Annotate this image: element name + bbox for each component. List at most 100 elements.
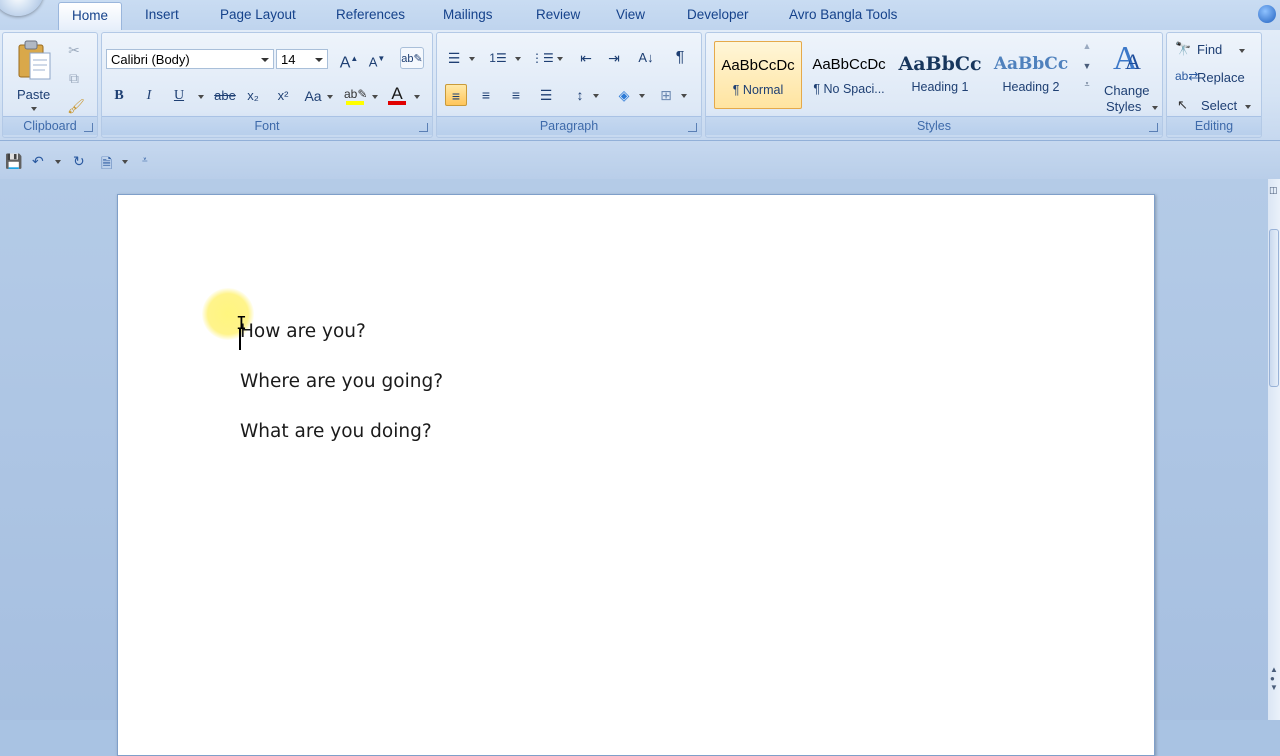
font-color-button[interactable]: A xyxy=(386,83,408,105)
redo-icon[interactable]: ↻ xyxy=(73,153,85,170)
font-name-combo[interactable]: Calibri (Body) xyxy=(106,49,274,69)
format-painter-icon[interactable]: 🖌 xyxy=(65,95,87,117)
shading-icon[interactable]: ◈ xyxy=(613,84,635,106)
style-no-spacing-name: ¶ No Spaci... xyxy=(813,82,885,96)
justify-icon[interactable]: ☰ xyxy=(535,84,557,106)
styles-scroll-up-icon[interactable]: ▲ xyxy=(1080,41,1094,51)
find-button[interactable]: 🔭 Find xyxy=(1175,41,1259,59)
cut-icon[interactable]: ✂ xyxy=(63,39,85,61)
numbering-icon[interactable]: 1☰ xyxy=(487,47,509,69)
print-preview-icon[interactable]: 🗎 xyxy=(101,153,112,177)
align-right-icon[interactable]: ≡ xyxy=(505,84,527,106)
save-icon[interactable]: 💾 xyxy=(5,153,22,170)
tab-developer[interactable]: Developer xyxy=(687,6,749,24)
clear-formatting-icon[interactable]: ab✎ xyxy=(400,47,424,69)
replace-button[interactable]: ab⇄ Replace xyxy=(1175,69,1259,87)
multilevel-list-icon[interactable]: ⋮☰ xyxy=(531,47,554,69)
align-left-button[interactable]: ≡ xyxy=(445,84,467,106)
align-center-icon[interactable]: ≡ xyxy=(475,84,497,106)
select-dropdown-icon xyxy=(1245,105,1251,109)
undo-dropdown-icon[interactable] xyxy=(55,160,61,164)
svg-text:A: A xyxy=(1125,49,1141,74)
paste-button[interactable]: Paste xyxy=(9,37,61,113)
document-line-3[interactable]: What are you doing? xyxy=(240,421,432,442)
change-case-button[interactable]: Aa xyxy=(302,85,324,107)
tab-mailings[interactable]: Mailings xyxy=(443,6,493,24)
help-icon[interactable] xyxy=(1258,5,1276,23)
style-heading-2[interactable]: AaBbCc Heading 2 xyxy=(987,41,1075,109)
document-area: How are you? Where are you going? What a… xyxy=(0,179,1268,756)
borders-dropdown-icon[interactable] xyxy=(681,94,687,98)
styles-more-icon[interactable]: ⩡ xyxy=(1080,79,1094,90)
bullets-icon[interactable]: ☰ xyxy=(443,47,465,69)
highlighter-icon: ab✎ xyxy=(344,87,368,101)
grow-font-button[interactable]: A▲ xyxy=(338,48,360,71)
line-spacing-icon[interactable]: ↕ xyxy=(569,84,591,106)
line-spacing-dropdown-icon[interactable] xyxy=(593,94,599,98)
style-normal[interactable]: AaBbCcDc ¶ Normal xyxy=(714,41,802,109)
styles-launcher-icon[interactable] xyxy=(1149,123,1158,132)
tab-references[interactable]: References xyxy=(336,6,405,24)
print-preview-dropdown-icon[interactable] xyxy=(122,160,128,164)
clipboard-launcher-icon[interactable] xyxy=(84,123,93,132)
tab-page-layout[interactable]: Page Layout xyxy=(220,6,296,24)
document-line-1[interactable]: How are you? xyxy=(240,321,366,342)
browse-object-icons[interactable]: ▲ ● ▼ xyxy=(1270,665,1278,692)
copy-icon[interactable]: ⧉ xyxy=(63,67,85,89)
style-no-spacing[interactable]: AaBbCcDc ¶ No Spaci... xyxy=(805,41,893,109)
numbering-dropdown-icon[interactable] xyxy=(515,57,521,61)
increase-indent-icon[interactable]: ⇥ xyxy=(603,47,625,69)
underline-button[interactable]: U xyxy=(168,85,190,107)
paragraph-launcher-icon[interactable] xyxy=(688,123,697,132)
font-name-dropdown-icon[interactable] xyxy=(261,58,269,62)
font-launcher-icon[interactable] xyxy=(419,123,428,132)
show-formatting-button[interactable]: ¶ xyxy=(669,47,691,69)
bold-button[interactable]: B xyxy=(108,85,130,107)
font-color-dropdown-icon[interactable] xyxy=(414,95,420,99)
change-styles-label-2: Styles xyxy=(1106,99,1142,114)
paste-icon xyxy=(18,40,51,80)
tab-home[interactable]: Home xyxy=(58,2,123,31)
style-heading-1[interactable]: AaBbCc Heading 1 xyxy=(896,41,984,109)
vertical-scroll-thumb[interactable] xyxy=(1269,229,1279,387)
shrink-font-button[interactable]: A▼ xyxy=(366,48,388,70)
text-highlight-button[interactable]: ab✎ xyxy=(344,83,368,105)
tab-view[interactable]: View xyxy=(616,6,645,24)
decrease-indent-icon[interactable]: ⇤ xyxy=(575,47,597,69)
vertical-scrollbar[interactable]: ◫ ▲ ● ▼ xyxy=(1268,179,1280,720)
undo-icon[interactable]: ↶ xyxy=(32,153,44,170)
office-button[interactable] xyxy=(0,0,44,16)
font-size-dropdown-icon[interactable] xyxy=(315,58,323,62)
tab-insert[interactable]: Insert xyxy=(145,6,179,24)
ibeam-cursor-icon: I xyxy=(236,313,247,334)
tab-review[interactable]: Review xyxy=(536,6,580,24)
highlight-dropdown-icon[interactable] xyxy=(372,95,378,99)
subscript-button[interactable]: x₂ xyxy=(242,85,264,107)
change-styles-dropdown-icon xyxy=(1152,106,1158,110)
styles-scroll-down-icon[interactable]: ▼ xyxy=(1080,61,1094,71)
superscript-button[interactable]: x² xyxy=(272,85,294,107)
change-styles-label-1: Change xyxy=(1104,83,1150,98)
sort-icon[interactable]: A↓ xyxy=(635,47,657,69)
multilevel-dropdown-icon[interactable] xyxy=(557,57,563,61)
underline-dropdown-icon[interactable] xyxy=(198,95,204,99)
font-color-swatch xyxy=(388,101,406,105)
change-case-dropdown-icon[interactable] xyxy=(327,95,333,99)
select-button[interactable]: ↖ Select xyxy=(1175,97,1259,115)
borders-icon[interactable]: ⊞ xyxy=(655,84,677,106)
replace-label: Replace xyxy=(1197,70,1245,85)
styles-gallery-scroll[interactable]: ▲ ▼ ⩡ xyxy=(1080,41,1094,109)
change-styles-button[interactable]: A A Change Styles xyxy=(1098,37,1160,115)
tab-avro-bangla-tools[interactable]: Avro Bangla Tools xyxy=(789,6,897,24)
strikethrough-button[interactable]: abe xyxy=(212,85,238,107)
font-size-combo[interactable]: 14 xyxy=(276,49,328,69)
document-line-2[interactable]: Where are you going? xyxy=(240,371,443,392)
shading-dropdown-icon[interactable] xyxy=(639,94,645,98)
document-page[interactable]: How are you? Where are you going? What a… xyxy=(117,194,1155,756)
ruler-toggle-icon[interactable]: ◫ xyxy=(1269,185,1278,196)
bullets-dropdown-icon[interactable] xyxy=(469,57,475,61)
find-dropdown-icon xyxy=(1239,49,1245,53)
quick-access-toolbar: 💾 ↶ ↻ 🗎 ⩡ xyxy=(0,141,1280,179)
customize-qat-icon[interactable]: ⩡ xyxy=(142,155,148,166)
italic-button[interactable]: I xyxy=(138,85,160,107)
